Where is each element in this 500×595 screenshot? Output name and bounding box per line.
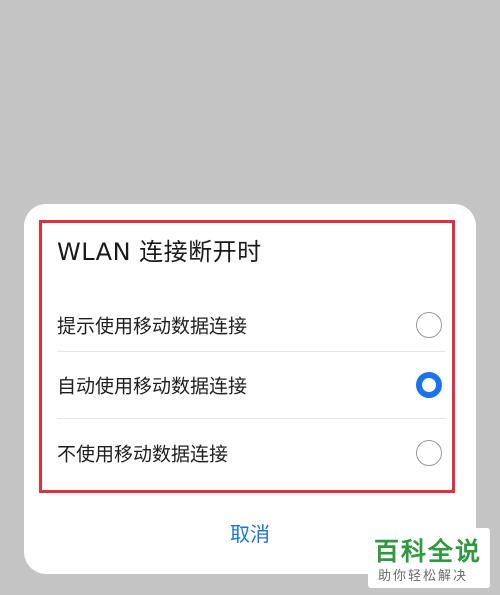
- watermark-subtitle: 助你轻松解决: [378, 569, 469, 584]
- option-auto-mobile-data[interactable]: 自动使用移动数据连接: [57, 352, 444, 418]
- radio-button-unchecked[interactable]: [416, 440, 442, 466]
- option-label: 不使用移动数据连接: [57, 443, 229, 466]
- option-prompt-mobile-data[interactable]: 提示使用移动数据连接: [57, 292, 444, 358]
- radio-button-unchecked[interactable]: [416, 312, 442, 338]
- radio-button-checked[interactable]: [416, 372, 442, 398]
- option-no-mobile-data[interactable]: 不使用移动数据连接: [57, 420, 444, 486]
- wlan-disconnect-dialog: WLAN 连接断开时 提示使用移动数据连接 自动使用移动数据连接 不使用移动数据…: [24, 204, 476, 574]
- watermark-logo: 百科全说 助你轻松解决: [368, 528, 490, 588]
- dialog-title: WLAN 连接断开时: [57, 238, 262, 266]
- watermark-title: 百科全说: [374, 537, 483, 566]
- option-label: 提示使用移动数据连接: [57, 315, 248, 338]
- divider: [57, 418, 446, 419]
- option-label: 自动使用移动数据连接: [57, 375, 248, 398]
